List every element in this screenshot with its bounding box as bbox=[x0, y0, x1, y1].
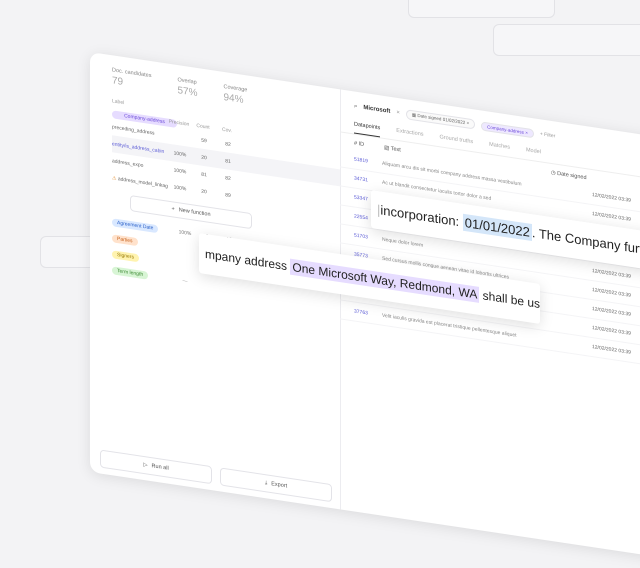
row-date: 12/02/2022 03:39 bbox=[592, 325, 631, 337]
search-icon: ⌕ bbox=[354, 102, 358, 110]
close-icon[interactable]: × bbox=[525, 130, 528, 135]
row-date: 12/02/2022 03:39 bbox=[592, 192, 631, 204]
close-icon[interactable]: × bbox=[467, 120, 470, 125]
download-icon: ⤓ bbox=[264, 479, 268, 486]
column-id[interactable]: # ID bbox=[354, 140, 364, 148]
row-date: 12/02/2022 03:39 bbox=[592, 306, 631, 318]
plus-icon: + bbox=[171, 206, 175, 213]
snippet-text: incorporation: bbox=[380, 202, 463, 230]
row-date: 12/02/2022 03:39 bbox=[592, 287, 631, 299]
row-date: 12/02/2022 03:39 bbox=[592, 211, 631, 223]
export-button[interactable]: ⤓ Export bbox=[220, 467, 332, 503]
app-window: Doc. candidates 79 Overlap 57% Coverage … bbox=[90, 52, 640, 568]
background-panel bbox=[408, 0, 555, 18]
play-icon: ▷ bbox=[143, 461, 148, 469]
row-id[interactable]: 51703 bbox=[354, 232, 382, 242]
snippet-text: shall be used f bbox=[482, 288, 540, 314]
stats-row: Doc. candidates 79 Overlap 57% Coverage … bbox=[90, 52, 340, 120]
tag-pill-term-length[interactable]: Term length bbox=[112, 266, 149, 280]
tag-pill-signers[interactable]: Signers bbox=[112, 250, 139, 263]
stat-coverage: Coverage 94% bbox=[223, 83, 248, 106]
run-all-button[interactable]: ▷ Run all bbox=[100, 449, 212, 485]
tag-pill-parties[interactable]: Parties bbox=[112, 234, 138, 247]
column-date-signed[interactable]: ◷ Date signed bbox=[551, 170, 587, 181]
row-date: 12/02/2022 03:39 bbox=[592, 344, 631, 356]
row-id[interactable]: 51819 bbox=[354, 156, 382, 166]
row-date: 12/02/2022 03:39 bbox=[592, 268, 631, 280]
column-text[interactable]: ▤ Text bbox=[384, 145, 401, 154]
tab-model[interactable]: Model bbox=[526, 147, 541, 161]
stat-overlap: Overlap 57% bbox=[177, 77, 198, 100]
stat-doc-candidates: Doc. candidates 79 bbox=[112, 67, 152, 88]
snippet-text: mpany address bbox=[205, 246, 291, 274]
clear-search-icon[interactable]: × bbox=[396, 110, 400, 117]
add-filter-button[interactable]: + Filter bbox=[540, 131, 555, 139]
main-panel: ⌕ Microsoft × ▦ Date signed 01/02/2022 ×… bbox=[340, 89, 640, 567]
function-name: ⚠ address_model_linkage bbox=[112, 174, 168, 190]
background-panel bbox=[493, 24, 640, 56]
calendar-icon: ▦ bbox=[411, 112, 417, 118]
highlighted-date[interactable]: 01/01/2022 bbox=[462, 213, 532, 242]
row-id[interactable]: 34731 bbox=[354, 175, 382, 185]
row-id[interactable]: 37763 bbox=[354, 308, 382, 318]
